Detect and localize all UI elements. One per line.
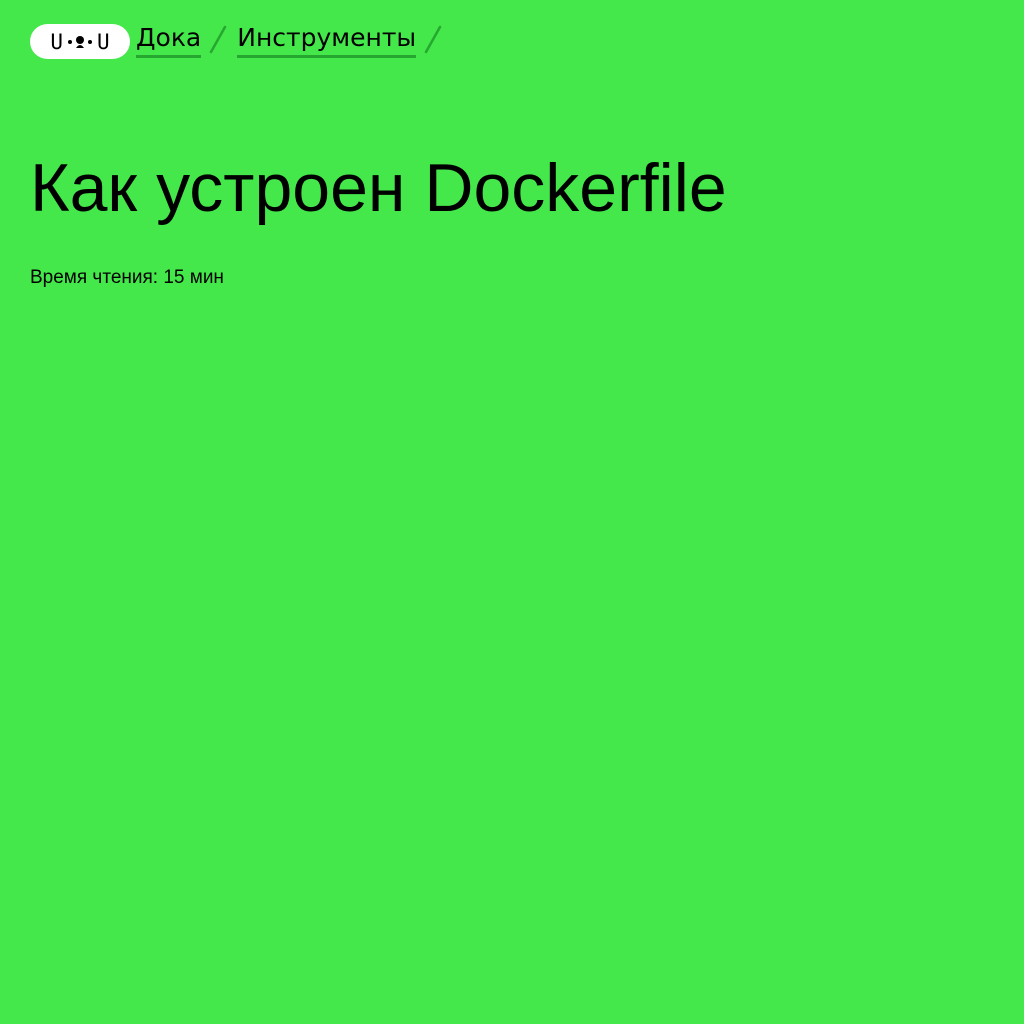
breadcrumb-doka[interactable]: Дока	[136, 22, 202, 58]
logo-left-glyph: U	[50, 29, 63, 54]
page-title: Как устроен Dockerfile	[30, 150, 727, 226]
site-header: U U Дока Инструменты	[30, 22, 446, 62]
slash-separator-icon	[420, 22, 446, 56]
logo-right-glyph: U	[97, 29, 110, 54]
logo-eye-icon	[68, 39, 72, 44]
breadcrumb-instruments[interactable]: Инструменты	[237, 22, 417, 58]
site-logo[interactable]: U U	[30, 24, 130, 59]
slash-separator-icon	[205, 22, 231, 56]
reading-time: Время чтения: 15 мин	[30, 267, 224, 288]
logo-nose-icon	[76, 35, 84, 48]
logo-eye-icon	[88, 39, 92, 44]
doka-face-logo-icon	[68, 35, 92, 49]
